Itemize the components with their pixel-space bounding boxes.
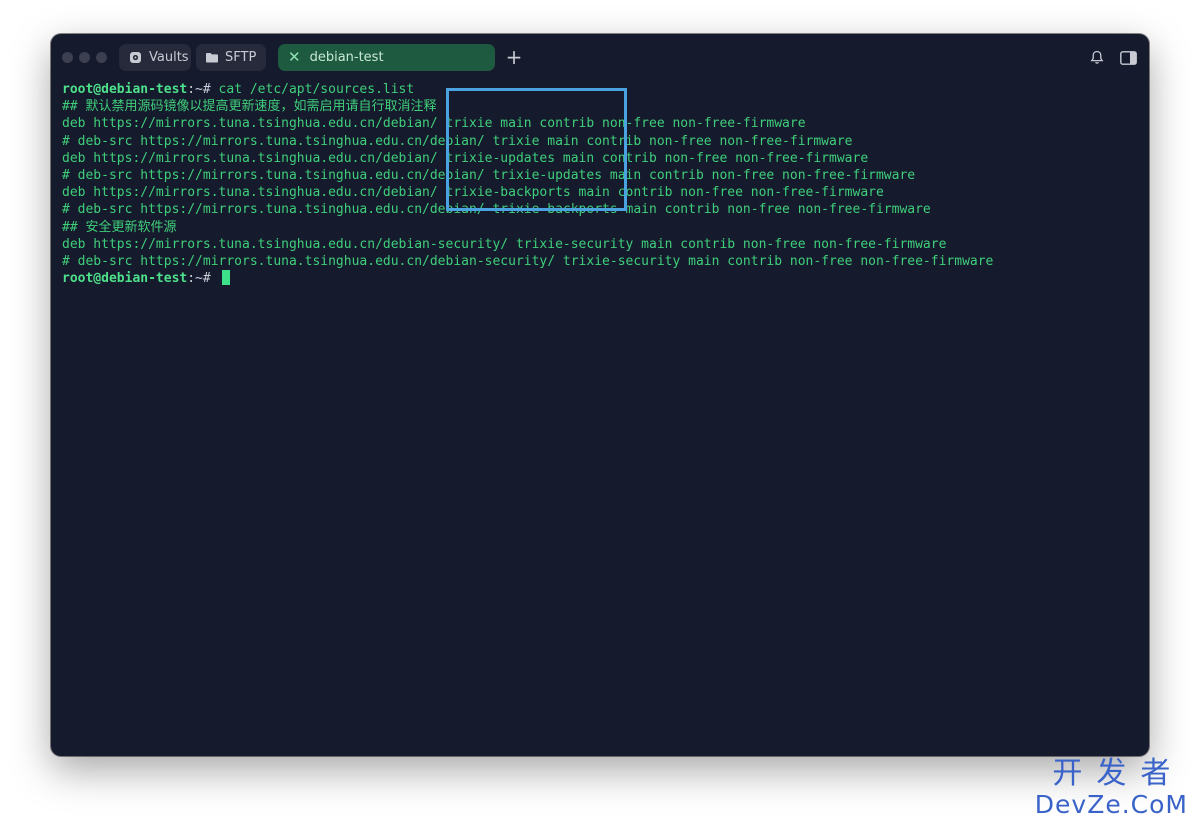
terminal-line: root@debian-test:~# cat /etc/apt/sources…	[62, 81, 1138, 98]
terminal-line: deb https://mirrors.tuna.tsinghua.edu.cn…	[62, 236, 1138, 253]
title-bar: Vaults SFTP ✕ debian-test +	[51, 34, 1149, 80]
close-window-button[interactable]	[62, 52, 73, 63]
bell-icon[interactable]	[1090, 50, 1104, 69]
terminal-line: ## 安全更新软件源	[62, 219, 1138, 236]
output-text: deb https://mirrors.tuna.tsinghua.edu.cn…	[62, 150, 869, 166]
prompt-user: root@debian-test	[62, 271, 188, 287]
output-text: deb https://mirrors.tuna.tsinghua.edu.cn…	[62, 236, 947, 252]
prompt-symbol: :~#	[187, 82, 211, 97]
prompt-user: root@debian-test	[62, 82, 188, 97]
tab-debian-test-label: debian-test	[309, 50, 384, 65]
terminal-line: # deb-src https://mirrors.tuna.tsinghua.…	[62, 133, 1138, 150]
output-text: # deb-src https://mirrors.tuna.tsinghua.…	[62, 202, 931, 218]
tab-vaults-label: Vaults	[149, 50, 189, 65]
terminal-line: deb https://mirrors.tuna.tsinghua.edu.cn…	[62, 150, 1138, 167]
command-text: cat /etc/apt/sources.list	[210, 82, 415, 97]
tab-sftp[interactable]: SFTP	[196, 44, 266, 71]
command-text	[211, 271, 219, 286]
watermark: 开发者 DevZe.CoM	[1035, 757, 1188, 819]
terminal-line: # deb-src https://mirrors.tuna.tsinghua.…	[62, 201, 1138, 218]
minimize-window-button[interactable]	[79, 52, 90, 63]
output-text: deb https://mirrors.tuna.tsinghua.edu.cn…	[62, 185, 884, 201]
terminal-line: deb https://mirrors.tuna.tsinghua.edu.cn…	[62, 184, 1138, 201]
terminal-line: # deb-src https://mirrors.tuna.tsinghua.…	[62, 167, 1138, 184]
tab-vaults[interactable]: Vaults	[119, 44, 191, 71]
sidebar-toggle-icon[interactable]	[1120, 50, 1137, 69]
vault-icon	[129, 51, 142, 64]
terminal-output[interactable]: root@debian-test:~# cat /etc/apt/sources…	[62, 81, 1138, 756]
terminal-line: root@debian-test:~#	[62, 270, 1138, 287]
zoom-window-button[interactable]	[96, 52, 107, 63]
new-tab-button[interactable]: +	[503, 44, 525, 71]
output-text: ## 默认禁用源码镜像以提高更新速度，如需启用请自行取消注释	[62, 99, 437, 115]
tab-sftp-label: SFTP	[225, 50, 257, 65]
watermark-cn: 开发者	[1052, 756, 1185, 791]
terminal-window: Vaults SFTP ✕ debian-test + root@debian-…	[51, 34, 1149, 756]
close-icon[interactable]: ✕	[288, 44, 301, 71]
watermark-en: DevZe.CoM	[1034, 790, 1188, 819]
output-text: # deb-src https://mirrors.tuna.tsinghua.…	[62, 133, 853, 149]
folder-icon	[206, 52, 218, 63]
output-text: # deb-src https://mirrors.tuna.tsinghua.…	[62, 253, 994, 269]
prompt-symbol: :~#	[187, 271, 211, 287]
terminal-line: deb https://mirrors.tuna.tsinghua.edu.cn…	[62, 115, 1138, 132]
output-text: deb https://mirrors.tuna.tsinghua.edu.cn…	[62, 116, 806, 132]
output-text: ## 安全更新软件源	[62, 219, 177, 235]
terminal-line: ## 默认禁用源码镜像以提高更新速度，如需启用请自行取消注释	[62, 98, 1138, 115]
tab-debian-test[interactable]: ✕ debian-test	[278, 44, 495, 71]
output-text: # deb-src https://mirrors.tuna.tsinghua.…	[62, 167, 916, 183]
terminal-line: # deb-src https://mirrors.tuna.tsinghua.…	[62, 253, 1138, 270]
terminal-cursor	[221, 270, 230, 286]
